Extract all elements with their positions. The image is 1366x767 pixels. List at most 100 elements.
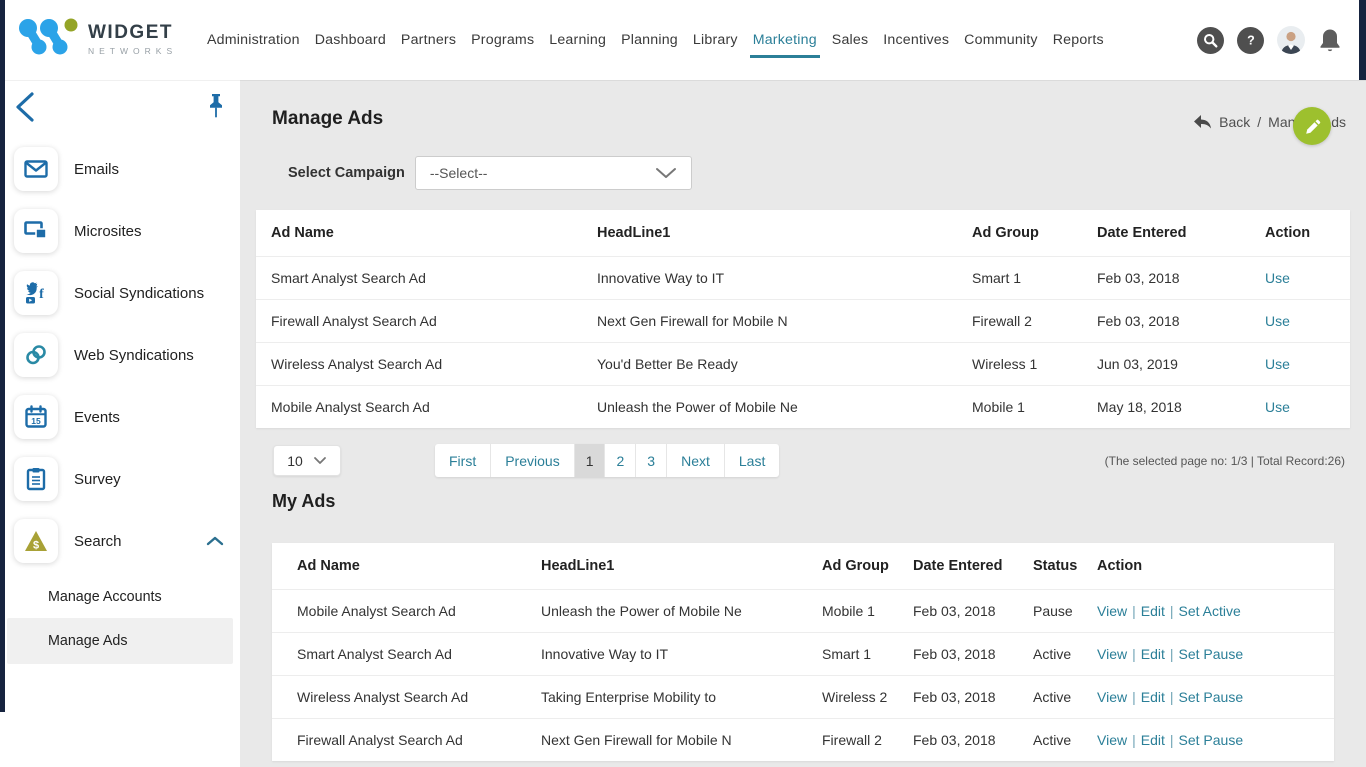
view-link[interactable]: View <box>1097 689 1127 705</box>
left-edge-strip <box>0 0 5 712</box>
chevron-down-icon <box>313 456 327 465</box>
sidebar-subitem-label: Manage Ads <box>48 633 127 649</box>
nav-reports[interactable]: Reports <box>1053 32 1104 48</box>
page-2-button[interactable]: 2 <box>604 444 635 477</box>
chevron-up-icon[interactable] <box>206 536 224 546</box>
last-page-button[interactable]: Last <box>724 444 779 477</box>
actions-cell: View|Edit|Set Pause <box>1097 646 1334 662</box>
nav-dashboard[interactable]: Dashboard <box>315 32 386 48</box>
sidebar-item-survey[interactable]: Survey <box>0 457 240 501</box>
search-dollar-icon: $ <box>14 519 58 563</box>
nav-programs[interactable]: Programs <box>471 32 534 48</box>
set-pause-link[interactable]: Set Pause <box>1179 732 1244 748</box>
sidebar-item-web-syndications[interactable]: Web Syndications <box>0 333 240 377</box>
sidebar-item-label: Microsites <box>74 223 142 240</box>
view-link[interactable]: View <box>1097 732 1127 748</box>
my-ads-table-header: Ad Name HeadLine1 Ad Group Date Entered … <box>272 543 1334 589</box>
campaign-row: Select Campaign --Select-- <box>288 156 692 190</box>
date-entered-cell: Feb 03, 2018 <box>913 732 1033 748</box>
sidebar-item-label: Search <box>74 533 122 550</box>
edit-link[interactable]: Edit <box>1141 646 1165 662</box>
view-link[interactable]: View <box>1097 646 1127 662</box>
campaign-select-value: --Select-- <box>430 165 488 181</box>
logo-text: WIDGET NETWORKS <box>88 22 177 56</box>
logo-icon <box>16 15 78 62</box>
table-row: Firewall Analyst Search Ad Next Gen Fire… <box>272 718 1334 761</box>
collapse-sidebar-button[interactable] <box>12 90 38 129</box>
nav-incentives[interactable]: Incentives <box>883 32 949 48</box>
use-link[interactable]: Use <box>1265 313 1290 329</box>
pencil-icon <box>1304 118 1321 135</box>
date-entered-cell: Jun 03, 2019 <box>1097 356 1265 372</box>
sidebar-item-microsites[interactable]: Microsites <box>0 209 240 253</box>
logo[interactable]: WIDGET NETWORKS <box>16 15 177 62</box>
column-header: Ad Name <box>271 225 597 241</box>
use-link[interactable]: Use <box>1265 399 1290 415</box>
help-icon[interactable]: ? <box>1237 27 1264 54</box>
date-entered-cell: Feb 03, 2018 <box>913 689 1033 705</box>
nav-marketing[interactable]: Marketing <box>753 32 817 48</box>
page-size-select[interactable]: 10 <box>273 445 341 476</box>
ad-name-cell: Firewall Analyst Search Ad <box>297 732 541 748</box>
previous-page-button[interactable]: Previous <box>490 444 573 477</box>
action-separator: | <box>1132 689 1136 705</box>
table-row: Mobile Analyst Search Ad Unleash the Pow… <box>272 589 1334 632</box>
avatar[interactable] <box>1277 26 1305 54</box>
ad-name-cell: Wireless Analyst Search Ad <box>297 689 541 705</box>
sidebar-item-search[interactable]: $ Search <box>0 519 240 563</box>
use-link[interactable]: Use <box>1265 270 1290 286</box>
sidebar-item-label: Survey <box>74 471 121 488</box>
edit-link[interactable]: Edit <box>1141 603 1165 619</box>
main-content: Manage Ads Back / Manage Ads Select Camp… <box>240 80 1366 767</box>
first-page-button[interactable]: First <box>435 444 490 477</box>
sidebar-item-manage-accounts[interactable]: Manage Accounts <box>0 583 233 611</box>
edit-button[interactable] <box>1293 107 1331 145</box>
action-separator: | <box>1132 603 1136 619</box>
ad-name-cell: Firewall Analyst Search Ad <box>271 313 597 329</box>
pin-icon <box>206 93 226 119</box>
table-row: Firewall Analyst Search Ad Next Gen Fire… <box>256 299 1350 342</box>
edit-link[interactable]: Edit <box>1141 689 1165 705</box>
search-icon[interactable] <box>1197 27 1224 54</box>
nav-learning[interactable]: Learning <box>549 32 606 48</box>
set-pause-link[interactable]: Set Pause <box>1179 689 1244 705</box>
headline-cell: Taking Enterprise Mobility to <box>541 689 822 705</box>
date-entered-cell: Feb 03, 2018 <box>913 646 1033 662</box>
ad-group-cell: Smart 1 <box>822 646 913 662</box>
notifications-bell-icon[interactable] <box>1318 27 1342 53</box>
nav-planning[interactable]: Planning <box>621 32 678 48</box>
svg-text:f: f <box>39 287 44 302</box>
next-page-button[interactable]: Next <box>666 444 724 477</box>
page-1-button[interactable]: 1 <box>574 444 605 477</box>
nav-community[interactable]: Community <box>964 32 1038 48</box>
back-arrow-icon <box>1193 114 1212 130</box>
campaign-select[interactable]: --Select-- <box>415 156 692 190</box>
sidebar-item-manage-ads[interactable]: Manage Ads <box>7 618 233 664</box>
sidebar-item-label: Web Syndications <box>74 347 194 364</box>
column-header: Date Entered <box>1097 225 1265 241</box>
nav-administration[interactable]: Administration <box>207 32 300 48</box>
sidebar-item-emails[interactable]: Emails <box>0 147 240 191</box>
ad-name-cell: Mobile Analyst Search Ad <box>271 399 597 415</box>
pin-sidebar-button[interactable] <box>206 93 226 124</box>
view-link[interactable]: View <box>1097 603 1127 619</box>
column-header: Date Entered <box>913 558 1033 574</box>
nav-partners[interactable]: Partners <box>401 32 456 48</box>
set-active-link[interactable]: Set Active <box>1179 603 1241 619</box>
sidebar-item-events[interactable]: 15 Events <box>0 395 240 439</box>
sidebar-item-social-syndications[interactable]: f Social Syndications <box>0 271 240 315</box>
column-header: HeadLine1 <box>541 558 822 574</box>
set-pause-link[interactable]: Set Pause <box>1179 646 1244 662</box>
nav-sales[interactable]: Sales <box>832 32 869 48</box>
pagination-summary: (The selected page no: 1/3 | Total Recor… <box>1105 445 1345 476</box>
use-link[interactable]: Use <box>1265 356 1290 372</box>
edit-link[interactable]: Edit <box>1141 732 1165 748</box>
action-separator: | <box>1170 732 1174 748</box>
ad-group-cell: Mobile 1 <box>822 603 913 619</box>
page-3-button[interactable]: 3 <box>635 444 666 477</box>
logo-brand: WIDGET <box>88 22 177 44</box>
breadcrumb-back-link[interactable]: Back <box>1219 114 1250 130</box>
nav-library[interactable]: Library <box>693 32 738 48</box>
date-entered-cell: Feb 03, 2018 <box>913 603 1033 619</box>
column-header: Action <box>1265 225 1350 241</box>
